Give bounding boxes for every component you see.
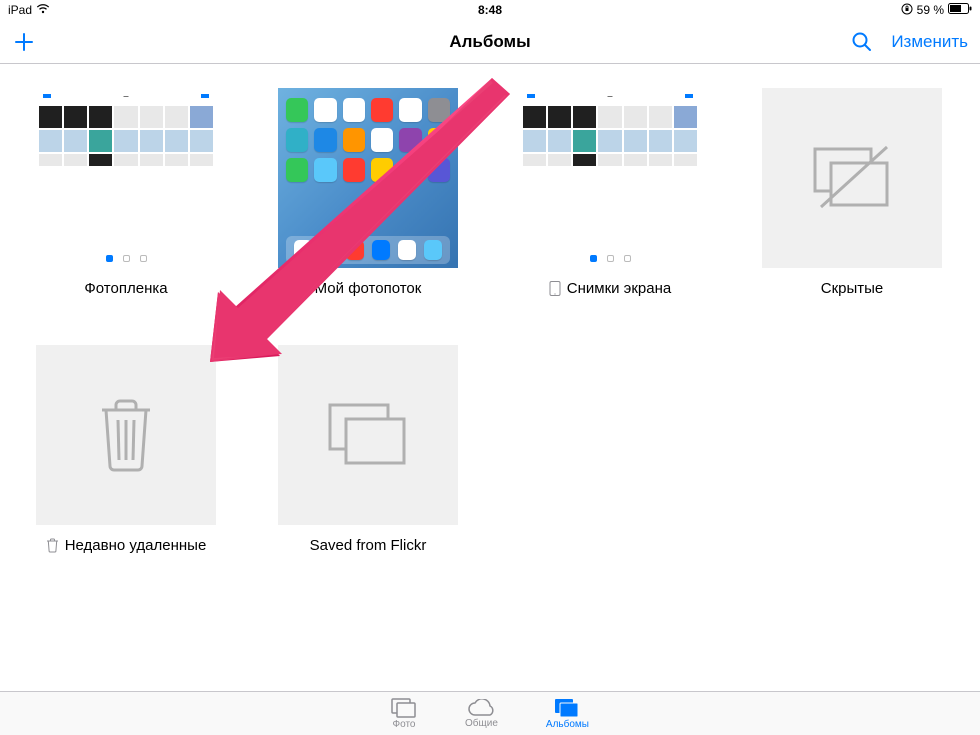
- tab-bar: Фото Общие Альбомы: [0, 691, 980, 735]
- album-thumbnail: [762, 88, 942, 268]
- album-photo-stream[interactable]: Мой фотопоток: [278, 88, 458, 297]
- tab-shared[interactable]: Общие: [465, 699, 498, 729]
- tab-photos[interactable]: Фото: [391, 698, 417, 730]
- album-label: Снимки экрана: [567, 280, 671, 297]
- hidden-icon: [807, 143, 897, 213]
- album-label: Фотопленка: [84, 280, 167, 297]
- trash-small-icon: [46, 538, 59, 553]
- album-thumbnail: [36, 345, 216, 525]
- stack-icon: [324, 401, 412, 469]
- albums-grid: — Фотопленка: [36, 88, 944, 554]
- wifi-icon: [36, 3, 50, 17]
- battery-icon: [948, 3, 972, 17]
- nav-bar: Альбомы Изменить: [0, 20, 980, 64]
- trash-icon: [94, 396, 158, 474]
- add-button[interactable]: [12, 30, 36, 54]
- tab-label: Фото: [393, 719, 416, 730]
- tab-label: Альбомы: [546, 719, 589, 730]
- tab-albums[interactable]: Альбомы: [546, 698, 589, 730]
- search-button[interactable]: [851, 31, 873, 53]
- page-title: Альбомы: [0, 32, 980, 52]
- ipad-icon: [549, 281, 561, 296]
- album-hidden[interactable]: Скрытые: [762, 88, 942, 297]
- tab-label: Общие: [465, 718, 498, 729]
- album-thumbnail: —: [36, 88, 216, 268]
- album-label: Скрытые: [821, 280, 884, 297]
- status-bar: iPad 8:48 59 %: [0, 0, 980, 20]
- album-camera-roll[interactable]: — Фотопленка: [36, 88, 216, 297]
- album-thumbnail: —: [520, 88, 700, 268]
- battery-text: 59 %: [917, 3, 944, 17]
- album-thumbnail: [278, 88, 458, 268]
- albums-icon: [554, 698, 580, 718]
- album-recently-deleted[interactable]: Недавно удаленные: [36, 345, 216, 554]
- album-label: Недавно удаленные: [65, 537, 207, 554]
- album-label: Saved from Flickr: [310, 537, 427, 554]
- cloud-icon: [467, 699, 495, 717]
- photos-icon: [391, 698, 417, 718]
- album-label: Мой фотопоток: [315, 280, 422, 297]
- albums-content: — Фотопленка: [0, 64, 980, 691]
- device-label: iPad: [8, 3, 32, 17]
- orientation-lock-icon: [901, 3, 913, 18]
- edit-button[interactable]: Изменить: [891, 32, 968, 52]
- album-screenshots[interactable]: — Снимки экрана: [520, 88, 700, 297]
- album-thumbnail: [278, 345, 458, 525]
- album-saved-flickr[interactable]: Saved from Flickr: [278, 345, 458, 554]
- clock: 8:48: [0, 3, 980, 17]
